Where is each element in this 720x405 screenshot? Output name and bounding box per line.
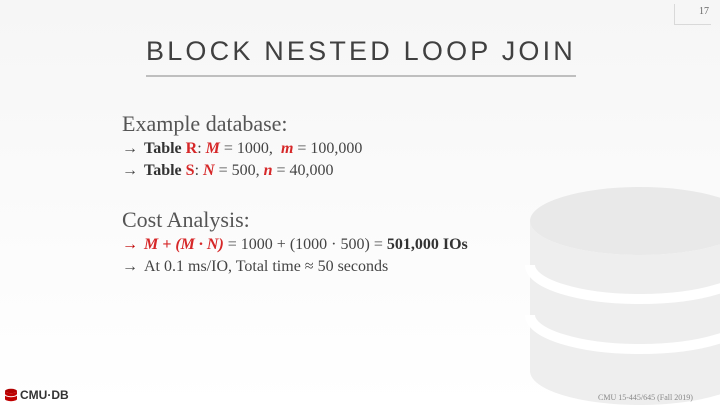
page-number: 17	[674, 4, 711, 25]
table-r-name: R	[185, 140, 198, 157]
arrow-icon: →	[122, 162, 138, 179]
var-n: n	[263, 162, 273, 179]
val-m: = 100,000	[293, 140, 363, 157]
time-line: → At 0.1 ms/IO, Total time ≈ 50 seconds	[122, 256, 682, 278]
table-r-colon: :	[197, 140, 202, 157]
table-r-line: → Table R: M = 1000, m = 100,000	[122, 138, 682, 160]
logo-text: CMU·DB	[20, 388, 69, 402]
table-s-colon: :	[194, 162, 200, 179]
slide: 17 BLOCK NESTED LOOP JOIN Example databa…	[0, 0, 720, 405]
cost-formula-line: → M + (M · N) = 1000 + (1000 · 500) = 501…	[122, 234, 682, 256]
var-m: m	[280, 140, 294, 157]
title-underline	[146, 75, 576, 77]
arrow-icon: →	[122, 236, 138, 253]
val-M: = 1000,	[219, 140, 277, 157]
cost-heading: Cost Analysis:	[122, 207, 250, 232]
slide-content: Example database: → Table R: M = 1000, m …	[122, 110, 682, 278]
arrow-icon: →	[122, 140, 138, 157]
database-logo-icon	[4, 388, 18, 402]
course-footer: CMU 15-445/645 (Fall 2019)	[598, 393, 693, 402]
cost-calculation: = 1000 + (1000 · 500) =	[223, 236, 387, 253]
table-r-prefix: Table	[144, 140, 186, 157]
slide-title: BLOCK NESTED LOOP JOIN	[146, 36, 576, 66]
example-heading: Example database:	[122, 111, 288, 136]
val-n: = 40,000	[272, 162, 334, 179]
time-text: At 0.1 ms/IO, Total time ≈ 50 seconds	[144, 258, 389, 275]
var-M: M	[205, 140, 220, 157]
table-s-prefix: Table	[144, 162, 186, 179]
val-N: = 500,	[214, 162, 264, 179]
var-N: N	[203, 162, 215, 179]
table-s-name: S	[185, 162, 195, 179]
table-s-line: → Table S: N = 500, n = 40,000	[122, 160, 682, 182]
arrow-icon: →	[122, 258, 138, 275]
cost-result: 501,000 IOs	[386, 236, 468, 253]
cmu-db-logo: CMU·DB	[4, 387, 69, 403]
cost-formula: M + (M · N)	[144, 236, 224, 253]
